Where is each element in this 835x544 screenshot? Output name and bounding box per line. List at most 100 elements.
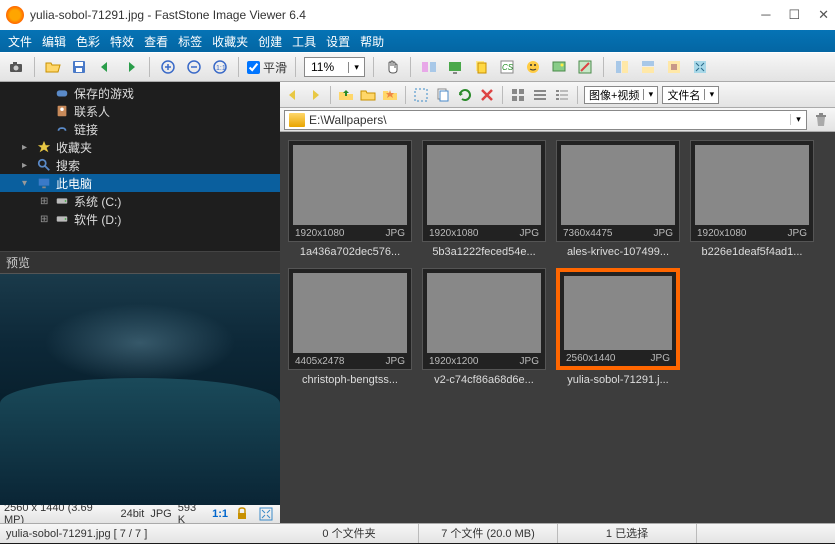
left-panel: 保存的游戏联系人链接▸收藏夹▸搜索▾此电脑⊞系统 (C:)⊞软件 (D:) 预览… [0, 82, 280, 523]
filter-dropdown[interactable]: 图像+视频▾ [584, 86, 658, 104]
thumbnail-image [427, 273, 541, 353]
search-icon [36, 158, 52, 172]
preview-depth: 24bit [120, 508, 144, 520]
trash-icon[interactable] [811, 110, 831, 130]
thumb-dim: 1920x1080 [429, 228, 479, 239]
email-icon[interactable] [523, 57, 543, 77]
menu-item[interactable]: 创建 [258, 33, 282, 50]
smooth-input[interactable] [247, 61, 260, 74]
chevron-down-icon[interactable]: ▾ [643, 89, 657, 100]
tree-node[interactable]: ▸搜索 [0, 156, 280, 174]
thumbnail-grid[interactable]: 1920x1080JPG1a436a702dec576...1920x1080J… [280, 132, 835, 523]
menu-item[interactable]: 查看 [144, 33, 168, 50]
close-button[interactable]: ✕ [818, 7, 829, 23]
thumbnail[interactable]: 1920x1080JPG5b3a1222feced54e... [422, 140, 546, 258]
thumbnail-image [293, 145, 407, 225]
acquire-icon[interactable] [6, 57, 26, 77]
thumbnail[interactable]: 1920x1080JPG1a436a702dec576... [288, 140, 412, 258]
favorites-icon[interactable] [381, 86, 399, 104]
view-details-icon[interactable] [553, 86, 571, 104]
nav-forward-icon[interactable] [306, 86, 324, 104]
thumbnail[interactable]: 1920x1080JPGb226e1deaf5f4ad1... [690, 140, 814, 258]
tree-node[interactable]: 保存的游戏 [0, 84, 280, 102]
sort-dropdown[interactable]: 文件名▾ [662, 86, 719, 104]
preview-ratio: 1:1 [212, 508, 228, 520]
view-list-icon[interactable] [531, 86, 549, 104]
menu-item[interactable]: 文件 [8, 33, 32, 50]
folder-tree[interactable]: 保存的游戏联系人链接▸收藏夹▸搜索▾此电脑⊞系统 (C:)⊞软件 (D:) [0, 82, 280, 252]
refresh-icon[interactable] [456, 86, 474, 104]
preview-image[interactable] [0, 274, 280, 505]
right-panel: 图像+视频▾ 文件名▾ E:\Wallpapers\ ▾ 1920x1080JP… [280, 82, 835, 523]
up-folder-icon[interactable] [337, 86, 355, 104]
expand-icon[interactable] [256, 504, 276, 524]
open-icon[interactable] [43, 57, 63, 77]
smooth-label: 平滑 [263, 59, 287, 76]
chevron-down-icon[interactable]: ▾ [704, 89, 718, 100]
menu-item[interactable]: 标签 [178, 33, 202, 50]
tree-node[interactable] [0, 228, 280, 246]
tree-node[interactable]: ▾此电脑 [0, 174, 280, 192]
tree-node[interactable]: 联系人 [0, 102, 280, 120]
layout-3-icon[interactable] [664, 57, 684, 77]
forward-icon[interactable] [121, 57, 141, 77]
preview-header: 预览 [0, 252, 280, 274]
sort-value: 文件名 [663, 87, 704, 103]
settings-icon[interactable] [575, 57, 595, 77]
zoom-in-icon[interactable] [158, 57, 178, 77]
menu-item[interactable]: 编辑 [42, 33, 66, 50]
back-icon[interactable] [95, 57, 115, 77]
menu-item[interactable]: 工具 [292, 33, 316, 50]
thumbnail[interactable]: 1920x1200JPGv2-c74cf86a68d6e... [422, 268, 546, 386]
zoom-fit-icon[interactable]: 1:1 [210, 57, 230, 77]
menu-item[interactable]: 收藏夹 [212, 33, 248, 50]
zoom-out-icon[interactable] [184, 57, 204, 77]
status-bar-left: yulia-sobol-71291.jpg [ 7 / 7 ] [0, 523, 280, 543]
slideshow-icon[interactable] [445, 57, 465, 77]
contact-sheet-icon[interactable]: CS [497, 57, 517, 77]
tree-node[interactable]: ⊞软件 (D:) [0, 210, 280, 228]
save-icon[interactable] [69, 57, 89, 77]
tree-node[interactable]: 链接 [0, 120, 280, 138]
select-all-icon[interactable] [412, 86, 430, 104]
expand-toggle[interactable]: ▾ [22, 178, 32, 189]
view-thumbs-icon[interactable] [509, 86, 527, 104]
hand-tool-icon[interactable] [382, 57, 402, 77]
compare-icon[interactable] [419, 57, 439, 77]
chevron-down-icon[interactable]: ▾ [348, 62, 364, 73]
layout-1-icon[interactable] [612, 57, 632, 77]
copy-icon[interactable] [434, 86, 452, 104]
thumbnail[interactable]: 4405x2478JPGchristoph-bengtss... [288, 268, 412, 386]
menu-item[interactable]: 色彩 [76, 33, 100, 50]
lock-icon[interactable] [232, 504, 252, 524]
tree-node[interactable]: ⊞系统 (C:) [0, 192, 280, 210]
menu-item[interactable]: 帮助 [360, 33, 384, 50]
new-folder-icon[interactable] [359, 86, 377, 104]
expand-toggle[interactable]: ▸ [22, 142, 32, 153]
expand-toggle[interactable]: ⊞ [40, 214, 50, 225]
thumbnail[interactable]: 7360x4475JPGales-krivec-107499... [556, 140, 680, 258]
menu-item[interactable]: 特效 [110, 33, 134, 50]
expand-toggle[interactable]: ▸ [22, 160, 32, 171]
delete-icon[interactable] [478, 86, 496, 104]
thumb-format: JPG [651, 353, 670, 364]
zoom-dropdown[interactable]: 11%▾ [304, 57, 365, 77]
tree-label: 保存的游戏 [74, 85, 134, 102]
minimize-button[interactable]: ─ [761, 7, 770, 23]
nav-back-icon[interactable] [284, 86, 302, 104]
chevron-down-icon[interactable]: ▾ [790, 114, 806, 125]
menu-item[interactable]: 设置 [326, 33, 350, 50]
smooth-checkbox[interactable]: 平滑 [247, 59, 287, 76]
expand-toggle[interactable]: ⊞ [40, 196, 50, 207]
wallpaper-icon[interactable] [549, 57, 569, 77]
layout-2-icon[interactable] [638, 57, 658, 77]
tree-node[interactable]: ▸收藏夹 [0, 138, 280, 156]
path-text: E:\Wallpapers\ [309, 113, 790, 127]
thumb-format: JPG [520, 228, 539, 239]
batch-icon[interactable] [471, 57, 491, 77]
thumbnail[interactable]: 2560x1440JPGyulia-sobol-71291.j... [556, 268, 680, 386]
maximize-button[interactable]: ☐ [788, 7, 800, 23]
path-input[interactable]: E:\Wallpapers\ ▾ [284, 110, 807, 130]
tree-label: 联系人 [74, 103, 110, 120]
fullscreen-icon[interactable] [690, 57, 710, 77]
